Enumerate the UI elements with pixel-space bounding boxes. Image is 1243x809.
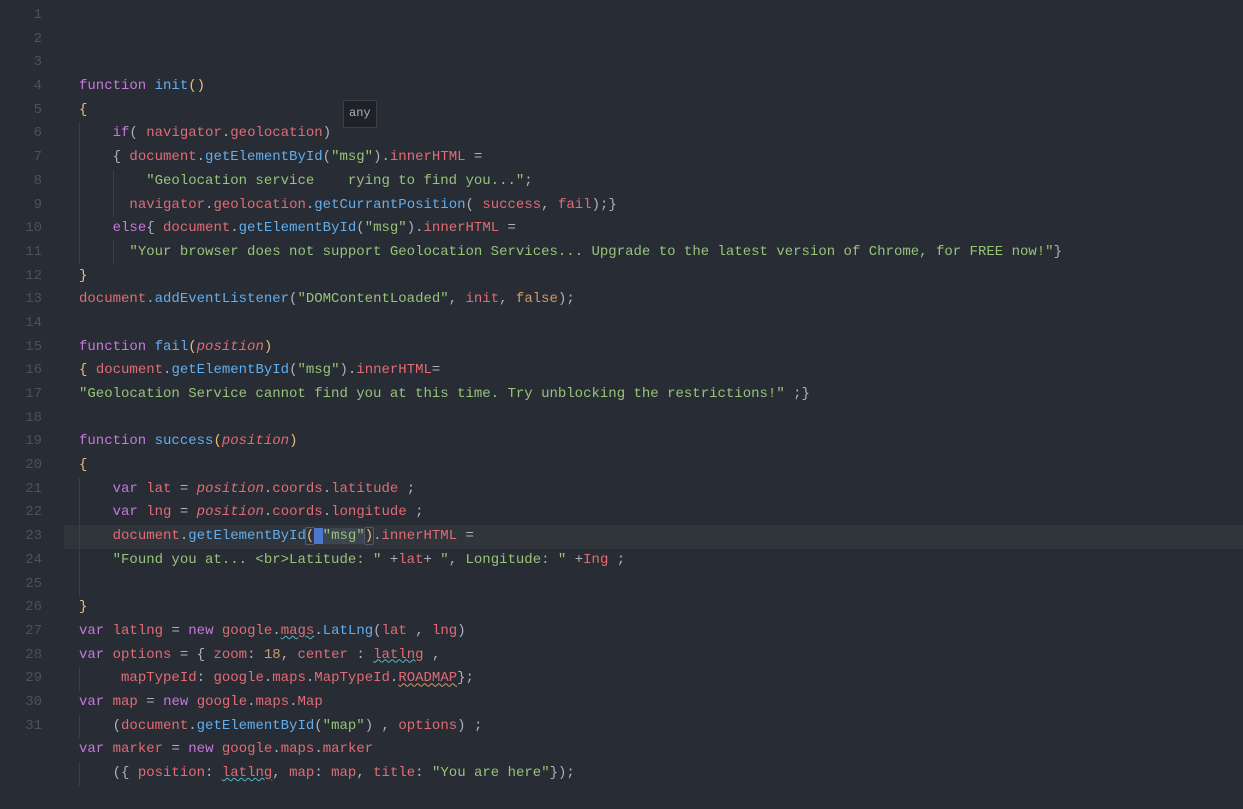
- code-line[interactable]: document.getElementById( "msg").innerHTM…: [64, 525, 1243, 549]
- line-number: 13: [0, 288, 42, 312]
- code-line[interactable]: (document.getElementById("map") , option…: [64, 715, 1243, 739]
- code-line[interactable]: [64, 312, 1243, 336]
- line-number: 18: [0, 407, 42, 431]
- line-number: 29: [0, 667, 42, 691]
- line-number: 6: [0, 122, 42, 146]
- code-line[interactable]: "Geolocation Service cannot find you at …: [64, 383, 1243, 407]
- code-area[interactable]: any function init(){ if( navigator.geolo…: [64, 4, 1243, 741]
- line-number: 24: [0, 549, 42, 573]
- code-line[interactable]: var lng = position.coords.longitude ;: [64, 501, 1243, 525]
- line-number: 2: [0, 28, 42, 52]
- code-line[interactable]: [64, 407, 1243, 431]
- line-number: 5: [0, 99, 42, 123]
- code-editor[interactable]: 1234567891011121314151617181920212223242…: [0, 0, 1243, 741]
- line-number: 30: [0, 691, 42, 715]
- line-number: 16: [0, 359, 42, 383]
- line-number: 11: [0, 241, 42, 265]
- line-number: 19: [0, 430, 42, 454]
- code-line[interactable]: {: [64, 454, 1243, 478]
- line-number: 17: [0, 383, 42, 407]
- line-number: 25: [0, 573, 42, 597]
- line-number: 3: [0, 51, 42, 75]
- line-number: 1: [0, 4, 42, 28]
- line-number: 10: [0, 217, 42, 241]
- code-line[interactable]: "Found you at... <br>Latitude: " +lat+ "…: [64, 549, 1243, 573]
- code-line[interactable]: var options = { zoom: 18, center : latln…: [64, 644, 1243, 668]
- code-line[interactable]: { document.getElementById("msg").innerHT…: [64, 359, 1243, 383]
- code-line[interactable]: var latlng = new google.mags.LatLng(lat …: [64, 620, 1243, 644]
- code-line[interactable]: "Geolocation service rying to find you..…: [64, 170, 1243, 194]
- code-line[interactable]: if( navigator.geolocation): [64, 122, 1243, 146]
- line-number-gutter: 1234567891011121314151617181920212223242…: [0, 4, 64, 741]
- code-line[interactable]: {: [64, 99, 1243, 123]
- code-line[interactable]: { document.getElementById("msg").innerHT…: [64, 146, 1243, 170]
- line-number: 15: [0, 336, 42, 360]
- code-line[interactable]: }: [64, 596, 1243, 620]
- code-line[interactable]: var map = new google.maps.Map: [64, 691, 1243, 715]
- line-number: 8: [0, 170, 42, 194]
- code-line[interactable]: }: [64, 265, 1243, 289]
- line-number: 23: [0, 525, 42, 549]
- code-line[interactable]: ({ position: latlng, map: map, title: "Y…: [64, 762, 1243, 786]
- code-line[interactable]: else{ document.getElementById("msg").inn…: [64, 217, 1243, 241]
- line-number: 9: [0, 194, 42, 218]
- code-line[interactable]: function success(position): [64, 430, 1243, 454]
- line-number: 22: [0, 501, 42, 525]
- code-line[interactable]: var lat = position.coords.latitude ;: [64, 478, 1243, 502]
- code-line[interactable]: navigator.geolocation.getCurrantPosition…: [64, 194, 1243, 218]
- code-line[interactable]: [64, 786, 1243, 809]
- line-number: 21: [0, 478, 42, 502]
- code-line[interactable]: mapTypeId: google.maps.MapTypeId.ROADMAP…: [64, 667, 1243, 691]
- code-line[interactable]: function init(): [64, 75, 1243, 99]
- line-number: 26: [0, 596, 42, 620]
- code-line[interactable]: document.addEventListener("DOMContentLoa…: [64, 288, 1243, 312]
- line-number: 20: [0, 454, 42, 478]
- code-line[interactable]: var marker = new google.maps.marker: [64, 738, 1243, 762]
- line-number: 28: [0, 644, 42, 668]
- line-number: 31: [0, 715, 42, 739]
- code-line[interactable]: function fail(position): [64, 336, 1243, 360]
- line-number: 4: [0, 75, 42, 99]
- line-number: 27: [0, 620, 42, 644]
- line-number: 12: [0, 265, 42, 289]
- code-line[interactable]: [64, 573, 1243, 597]
- line-number: 14: [0, 312, 42, 336]
- line-number: 7: [0, 146, 42, 170]
- code-line[interactable]: "Your browser does not support Geolocati…: [64, 241, 1243, 265]
